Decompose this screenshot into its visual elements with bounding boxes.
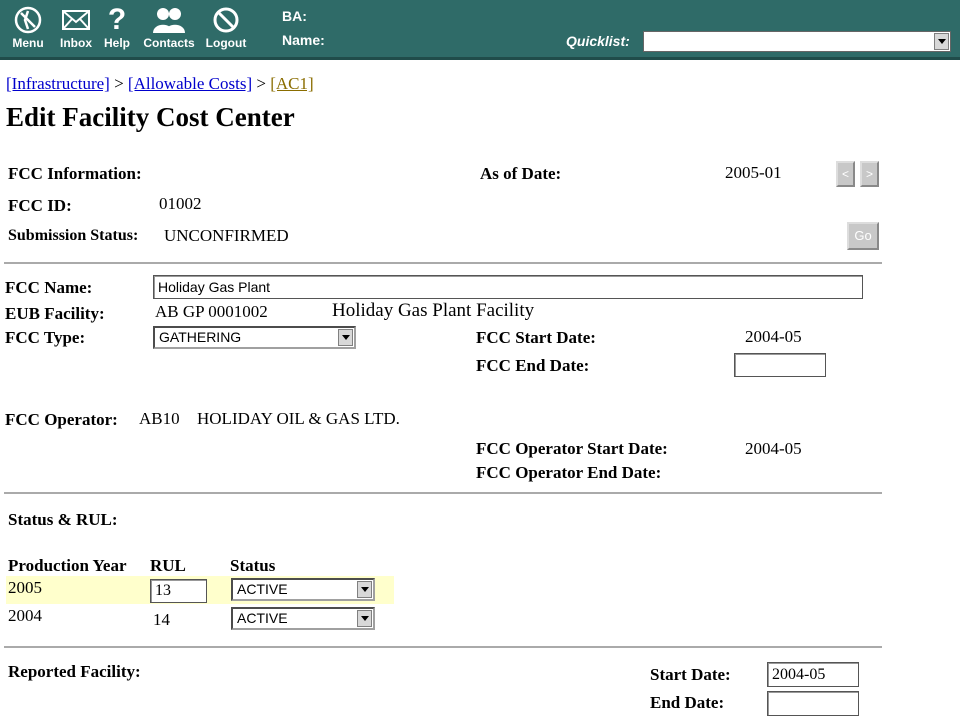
chevron-down-icon[interactable] [357, 581, 372, 598]
fcc-type-value: GATHERING [159, 329, 242, 345]
header-rul: RUL [150, 556, 186, 575]
status-select[interactable]: ACTIVE [231, 607, 375, 630]
next-date-button[interactable]: > [860, 161, 879, 187]
fcc-operator-start-date-label: FCC Operator Start Date: [476, 439, 668, 458]
eub-facility-name: Holiday Gas Plant Facility [332, 300, 535, 321]
fcc-operator-start-date-value: 2004-05 [745, 439, 802, 458]
row-year: 2005 [8, 578, 42, 597]
breadcrumb-infrastructure[interactable]: [Infrastructure] [6, 74, 110, 93]
reported-end-date-input[interactable] [767, 691, 859, 716]
submission-status-value: UNCONFIRMED [164, 226, 289, 245]
breadcrumb-ac1[interactable]: [AC1] [270, 74, 313, 93]
chevron-right-icon: > [865, 167, 873, 181]
people-icon [140, 4, 198, 36]
fcc-operator-code: AB10 [139, 409, 180, 428]
go-button[interactable]: Go [847, 222, 879, 250]
breadcrumb: [Infrastructure] > [Allowable Costs] > [… [6, 74, 314, 94]
submission-status-label: Submission Status: [8, 227, 139, 244]
help-label: Help [103, 36, 130, 50]
breadcrumb-separator: > [114, 74, 124, 93]
reported-start-date-label: Start Date: [650, 665, 731, 684]
fcc-operator-end-date-label: FCC Operator End Date: [476, 463, 662, 482]
fcc-start-date-label: FCC Start Date: [476, 328, 596, 347]
header-production-year: Production Year [8, 556, 127, 575]
fcc-type-select[interactable]: GATHERING [153, 326, 356, 349]
fcc-type-label: FCC Type: [5, 328, 86, 347]
row-year: 2004 [8, 606, 42, 625]
contacts-label: Contacts [143, 36, 195, 50]
question-icon: ? [107, 3, 127, 36]
prev-date-button[interactable]: < [836, 161, 855, 187]
status-select[interactable]: ACTIVE [231, 578, 375, 601]
chevron-down-icon[interactable] [934, 33, 949, 50]
rul-input[interactable] [150, 579, 207, 603]
logout-button[interactable]: Logout [200, 4, 252, 50]
divider [4, 646, 882, 648]
divider [4, 492, 882, 494]
menu-button[interactable]: Menu [2, 4, 54, 50]
quicklist-label: Quicklist: [566, 33, 630, 49]
reported-end-date-label: End Date: [650, 693, 725, 712]
divider [4, 262, 882, 264]
as-of-date-value: 2005-01 [725, 163, 782, 182]
chevron-down-icon[interactable] [338, 329, 353, 346]
eub-facility-label: EUB Facility: [5, 304, 105, 323]
name-label: Name: [282, 32, 325, 48]
quicklist-select[interactable] [643, 31, 951, 52]
page-title: Edit Facility Cost Center [6, 102, 295, 132]
fcc-name-label: FCC Name: [5, 278, 93, 297]
status-rul-label: Status & RUL: [8, 510, 118, 529]
no-entry-icon [200, 4, 252, 36]
breadcrumb-separator: > [256, 74, 266, 93]
fcc-operator-name: HOLIDAY OIL & GAS LTD. [197, 409, 400, 428]
menu-compass-icon [2, 4, 54, 36]
menu-label: Menu [12, 36, 44, 50]
reported-start-date-input[interactable] [767, 662, 859, 687]
fcc-end-date-input[interactable] [734, 353, 826, 377]
eub-facility-code: AB GP 0001002 [155, 302, 268, 321]
row-rul: 14 [153, 610, 170, 629]
fcc-start-date-value: 2004-05 [745, 327, 802, 346]
ba-label: BA: [282, 8, 307, 24]
contacts-button[interactable]: Contacts [140, 4, 198, 50]
help-button[interactable]: ? Help [91, 3, 143, 51]
top-toolbar: Menu Inbox ? Help Contacts Logout BA: Na… [0, 0, 960, 60]
chevron-left-icon: < [841, 167, 849, 181]
reported-facility-label: Reported Facility: [8, 662, 141, 681]
fcc-operator-label: FCC Operator: [5, 410, 118, 429]
fcc-end-date-label: FCC End Date: [476, 356, 590, 375]
logout-label: Logout [205, 36, 247, 50]
as-of-date-label: As of Date: [480, 164, 562, 183]
fcc-id-value: 01002 [159, 194, 202, 213]
breadcrumb-allowable-costs[interactable]: [Allowable Costs] [128, 74, 252, 93]
chevron-down-icon[interactable] [357, 610, 372, 627]
status-value: ACTIVE [237, 581, 288, 597]
fcc-name-input[interactable] [153, 275, 863, 299]
status-value: ACTIVE [237, 610, 288, 626]
fcc-information-label: FCC Information: [8, 164, 142, 183]
fcc-id-label: FCC ID: [8, 196, 72, 215]
header-status: Status [230, 556, 276, 575]
